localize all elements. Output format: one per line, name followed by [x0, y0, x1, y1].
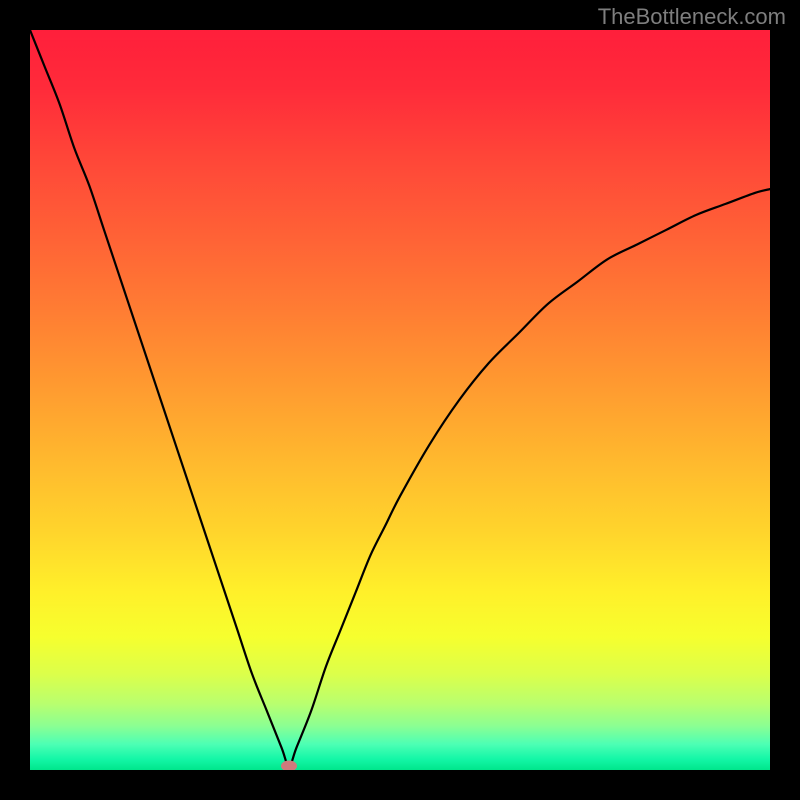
minimum-marker [281, 761, 297, 770]
watermark-text: TheBottleneck.com [598, 4, 786, 30]
plot-area [30, 30, 770, 770]
chart-svg [30, 30, 770, 770]
chart-frame: TheBottleneck.com [0, 0, 800, 800]
gradient-rect [30, 30, 770, 770]
